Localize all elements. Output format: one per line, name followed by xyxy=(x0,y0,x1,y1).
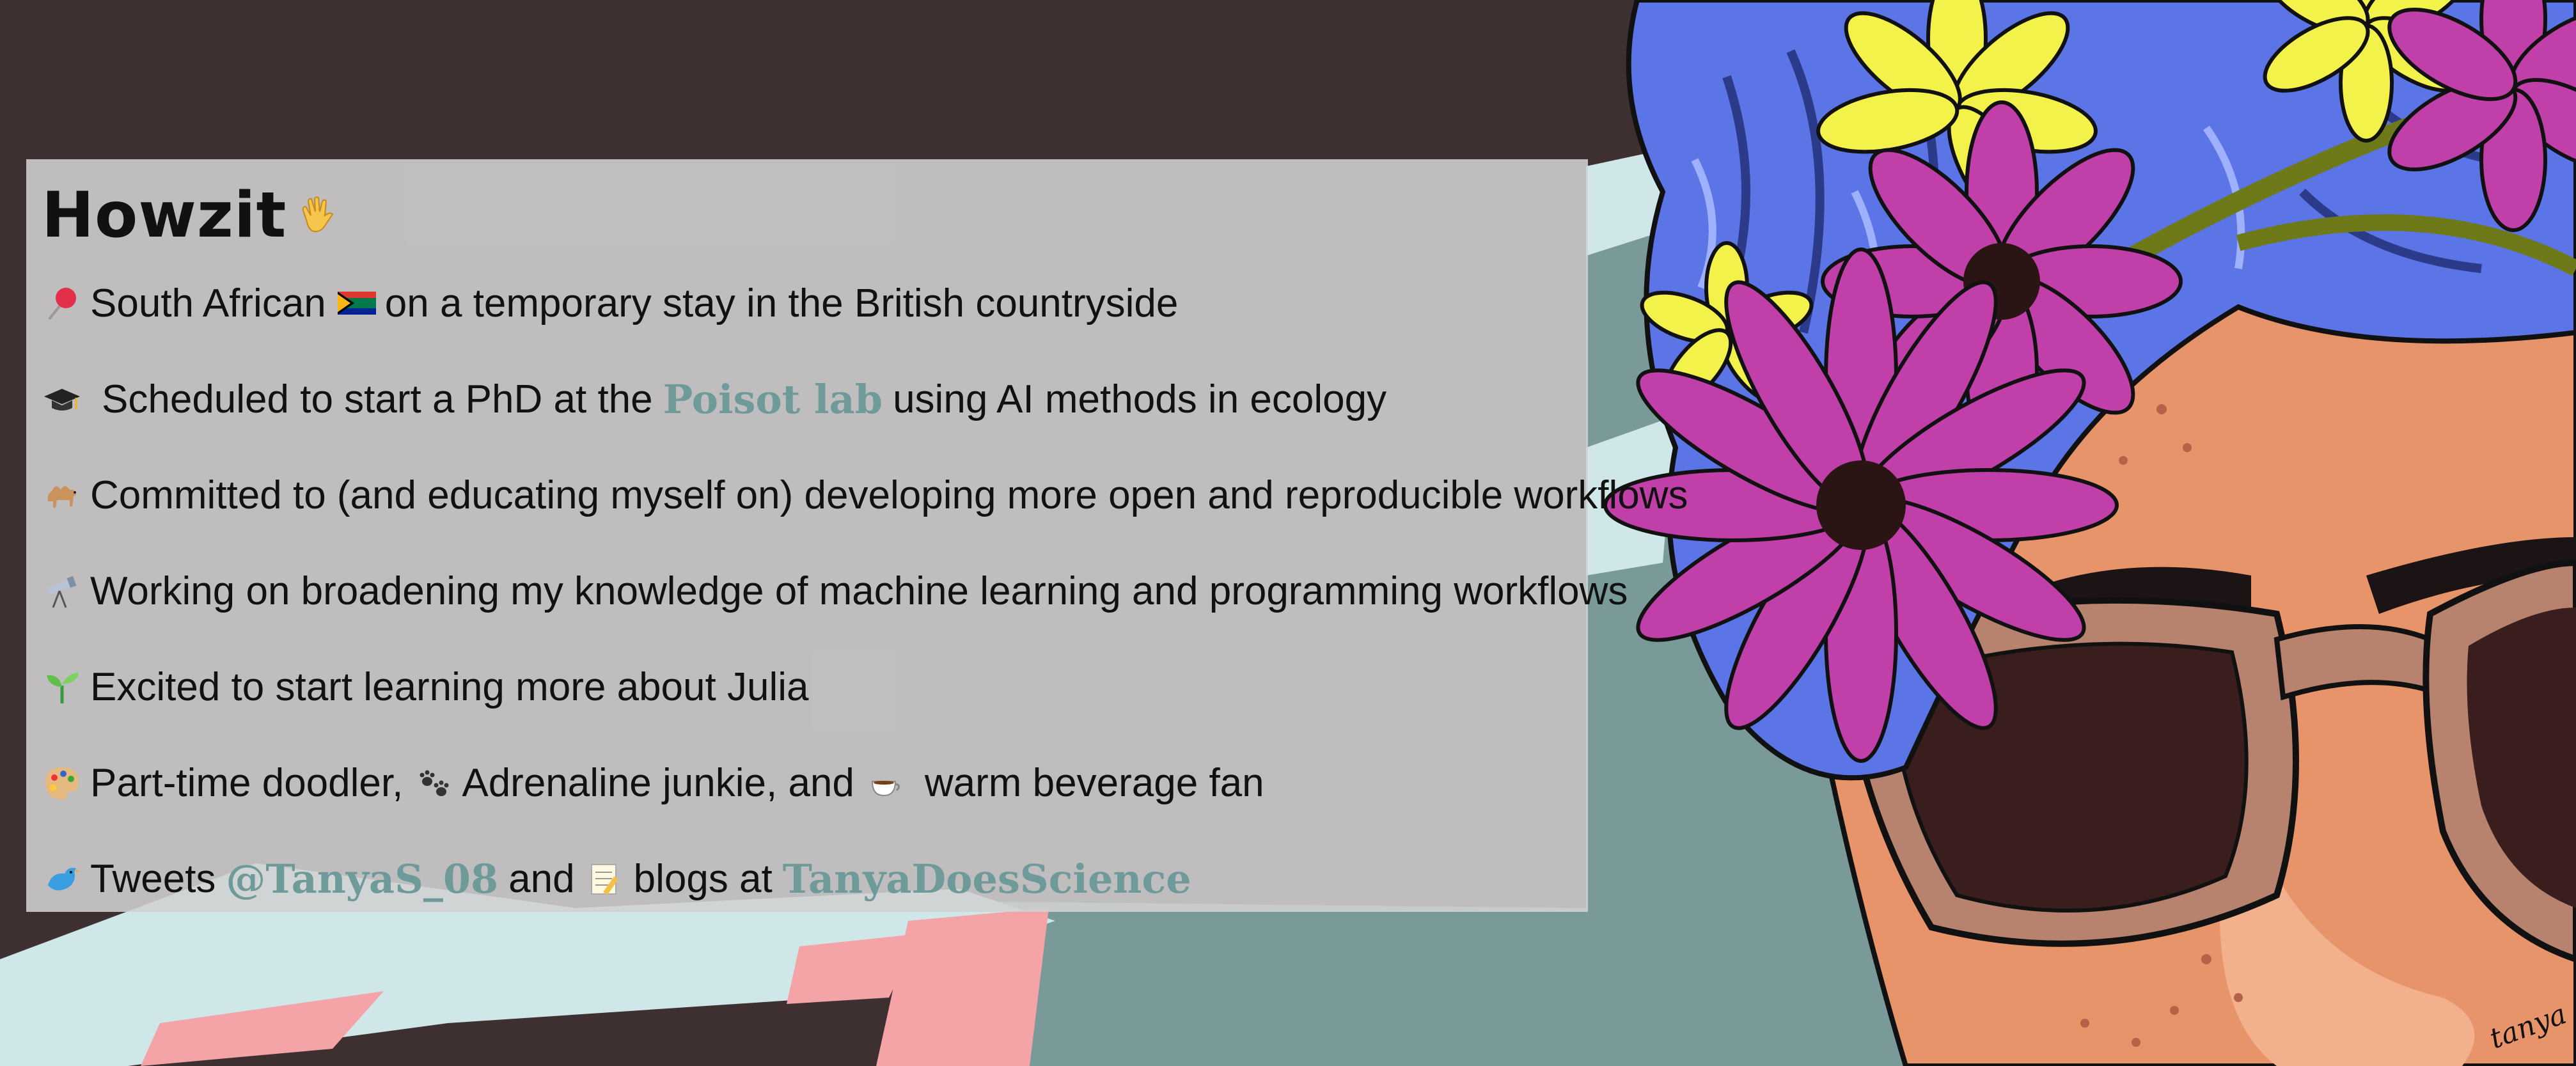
bio-line-location: South African on a temporary stay in the… xyxy=(43,271,1178,335)
banner: tanya Howzit South African on a temporar… xyxy=(0,0,2576,1066)
card-title-row: Howzit xyxy=(42,171,336,260)
bio-line-socials: Tweets @TanyaS_08 and blogs at TanyaDoes… xyxy=(43,847,1202,911)
socials-text-2: and xyxy=(508,856,575,901)
camel-icon xyxy=(43,476,81,514)
bio-line-hobbies: Part-time doodler, Adrenaline junkie, an… xyxy=(43,751,1264,815)
ml-text: Working on broadening my knowledge of ma… xyxy=(90,568,1628,613)
seedling-icon xyxy=(43,668,81,706)
location-text: South African xyxy=(90,281,326,325)
socials-text-1: Tweets xyxy=(90,856,216,901)
telescope-icon xyxy=(43,572,81,610)
hobbies-text-3: warm beverage fan xyxy=(924,760,1264,805)
socials-text-3: blogs at xyxy=(633,856,773,901)
twitter-handle-link[interactable]: @TanyaS_08 xyxy=(226,856,498,902)
location-text-after: on a temporary stay in the British count… xyxy=(384,281,1179,325)
bird-icon xyxy=(43,859,81,898)
bio-line-julia: Excited to start learning more about Jul… xyxy=(43,655,808,719)
hobbies-text-1: Part-time doodler, xyxy=(90,760,404,805)
poisot-lab-link[interactable]: Poisot lab xyxy=(663,376,883,423)
waving-hand-icon xyxy=(298,196,336,235)
artist-palette-icon xyxy=(43,764,81,802)
graduation-cap-icon xyxy=(43,380,81,418)
round-pushpin-icon xyxy=(43,284,81,322)
blog-link[interactable]: TanyaDoesScience xyxy=(783,856,1191,902)
hot-beverage-icon xyxy=(866,764,904,802)
intro-card: Howzit South African on a temporary stay… xyxy=(26,159,1688,912)
bio-line-ml: Working on broadening my knowledge of ma… xyxy=(43,559,1628,623)
open-science-text: Committed to (and educating myself on) d… xyxy=(90,473,1688,517)
julia-text: Excited to start learning more about Jul… xyxy=(90,664,809,709)
bio-line-phd: Scheduled to start a PhD at the Poisot l… xyxy=(43,367,1386,431)
south-africa-flag-icon xyxy=(337,284,376,322)
bio-line-open-science: Committed to (and educating myself on) d… xyxy=(43,463,1688,527)
hobbies-text-2: Adrenaline junkie, and xyxy=(462,760,854,805)
paw-prints-icon xyxy=(414,764,453,802)
phd-text-after: using AI methods in ecology xyxy=(893,377,1387,421)
card-title: Howzit xyxy=(42,179,287,252)
memo-icon xyxy=(586,859,625,898)
phd-text-before: Scheduled to start a PhD at the xyxy=(102,377,653,421)
